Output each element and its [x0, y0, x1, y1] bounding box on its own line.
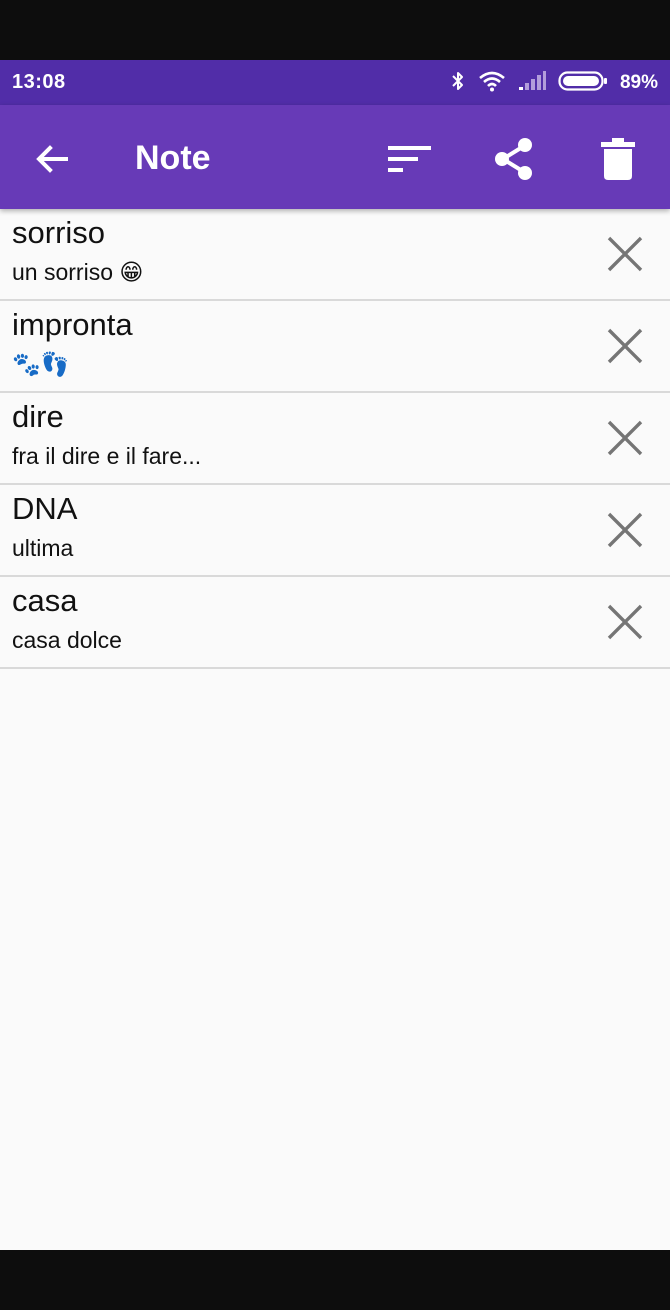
delete-all-button[interactable] [592, 133, 644, 185]
battery-percentage: 89% [619, 72, 658, 93]
status-time: 13:08 [12, 71, 66, 93]
note-text: un sorriso 😁 [12, 259, 144, 285]
delete-note-button[interactable] [602, 415, 648, 461]
delete-note-button[interactable] [602, 323, 648, 369]
note-title: dire [12, 399, 64, 434]
page-title: Note [135, 139, 211, 177]
note-item[interactable]: sorriso un sorriso 😁 [0, 209, 670, 301]
share-button[interactable] [488, 133, 540, 185]
signal-icon [518, 70, 546, 96]
delete-note-button[interactable] [602, 507, 648, 553]
share-icon [495, 138, 532, 180]
note-text: ultima [12, 535, 74, 561]
close-icon [607, 236, 643, 272]
note-title: impronta [12, 307, 133, 342]
note-text: casa dolce [12, 627, 122, 653]
back-button[interactable] [30, 137, 74, 181]
note-title: sorriso [12, 215, 106, 250]
note-text: fra il dire e il fare... [12, 443, 202, 469]
wifi-icon [478, 70, 506, 97]
app-bar: Note [0, 105, 670, 209]
status-bar: 13:08 89% [0, 60, 670, 105]
phone-screen: 13:08 89% Note sorriso un sorriso 😁 impr… [0, 0, 670, 1310]
battery-icon [558, 70, 608, 97]
note-item[interactable]: impronta 🐾👣 [0, 301, 670, 393]
note-item[interactable]: casa casa dolce [0, 577, 670, 669]
close-icon [607, 328, 643, 364]
close-icon [607, 604, 643, 640]
delete-note-button[interactable] [602, 231, 648, 277]
note-title: DNA [12, 491, 78, 526]
trash-icon [601, 138, 635, 180]
note-item[interactable]: dire fra il dire e il fare... [0, 393, 670, 485]
navigation-bar [0, 1250, 670, 1310]
close-icon [607, 512, 643, 548]
close-icon [607, 420, 643, 456]
bluetooth-icon [450, 69, 466, 98]
note-text: 🐾👣 [12, 351, 70, 377]
notes-list: sorriso un sorriso 😁 impronta 🐾👣 dire fr… [0, 209, 670, 1250]
note-item[interactable]: DNA ultima [0, 485, 670, 577]
note-title: casa [12, 583, 78, 618]
status-icons: 89% [450, 69, 658, 97]
sort-icon [388, 146, 431, 172]
delete-note-button[interactable] [602, 599, 648, 645]
sort-button[interactable] [383, 133, 435, 185]
back-arrow-icon [36, 145, 68, 173]
